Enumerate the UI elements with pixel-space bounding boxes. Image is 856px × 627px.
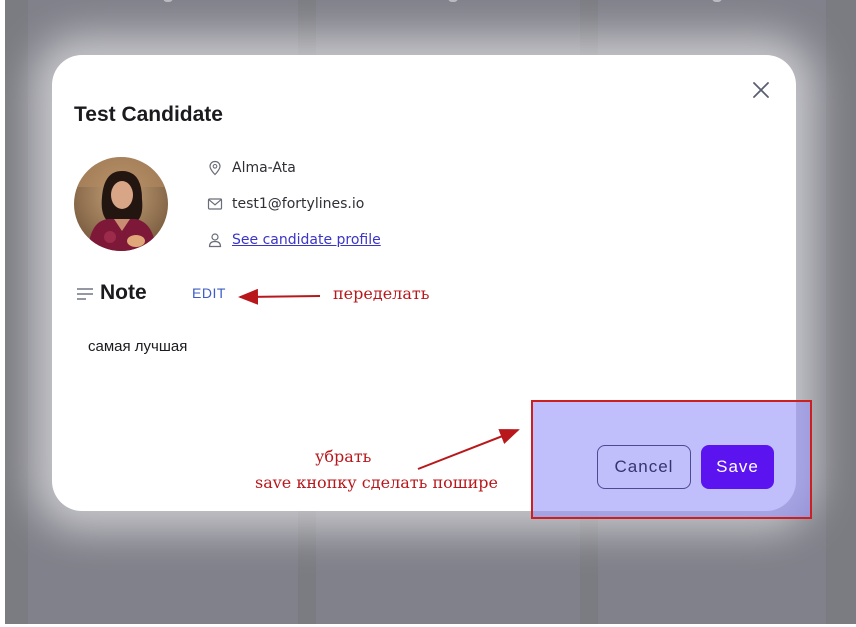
email-row: test1@fortylines.io	[206, 193, 364, 215]
profile-row: See candidate profile	[206, 229, 381, 251]
annotation-widen-save-text: save кнопку сделать пошире	[255, 473, 498, 492]
location-row: Alma-Ata	[206, 157, 296, 179]
person-icon	[206, 231, 224, 249]
cancel-button[interactable]: Cancel	[597, 445, 691, 489]
annotation-remove-text: убрать	[315, 447, 372, 466]
note-content: самая лучшая	[88, 338, 188, 355]
avatar	[74, 157, 168, 251]
note-heading: Note	[100, 281, 147, 304]
email-text: test1@fortylines.io	[232, 196, 365, 212]
envelope-icon	[206, 195, 224, 213]
location-pin-icon	[206, 159, 224, 177]
candidate-name: Test Candidate	[74, 103, 223, 126]
close-icon[interactable]	[750, 79, 772, 101]
save-button[interactable]: Save	[701, 445, 774, 489]
see-candidate-profile-link[interactable]: See candidate profile	[232, 232, 381, 248]
location-text: Alma-Ata	[232, 160, 296, 176]
edit-note-button[interactable]: EDIT	[192, 285, 226, 301]
annotation-redo-text: переделать	[333, 284, 430, 303]
text-lines-icon	[76, 286, 94, 302]
